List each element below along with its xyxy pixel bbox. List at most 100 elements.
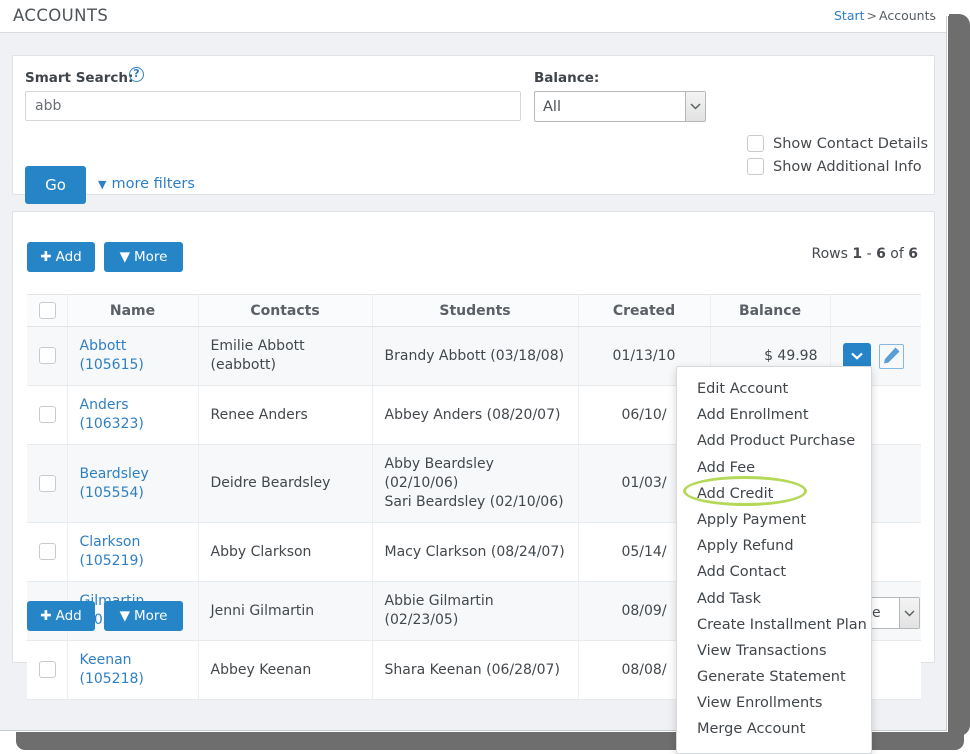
row-students-cell: Abbey Anders (08/20/07) (372, 385, 579, 445)
page-body: Smart Search: ? Balance: All Show Contac… (0, 33, 946, 754)
add-button-label: Add (55, 608, 82, 624)
question-mark-circle-icon[interactable]: ? (129, 67, 144, 82)
go-button[interactable]: Go (25, 166, 86, 204)
more-button-bottom[interactable]: ▼ More (104, 601, 183, 631)
menu-item-create-installment-plan[interactable]: Create Installment Plan (677, 612, 871, 638)
row-actions-context-menu: Edit Account Add Enrollment Add Product … (676, 366, 872, 754)
table-toolbar-bottom: ✚ Add ▼ More (27, 601, 183, 631)
page-title: ACCOUNTS (13, 6, 109, 25)
row-edit-icon[interactable] (878, 343, 904, 369)
account-link[interactable]: Clarkson (105219) (80, 534, 144, 569)
table-toolbar-top: ✚ Add ▼ More (27, 242, 183, 272)
menu-item-edit-account[interactable]: Edit Account (677, 376, 871, 402)
plus-icon: ✚ (40, 249, 52, 265)
row-name-cell: Keenan (105218) (67, 640, 199, 700)
smart-search-input[interactable] (25, 91, 521, 121)
column-header-contacts[interactable]: Contacts (198, 294, 373, 327)
table-header-row: Name Contacts Students Created Balance (27, 294, 921, 327)
show-contact-details-checkbox[interactable] (747, 135, 764, 152)
column-header-balance[interactable]: Balance (710, 294, 831, 327)
smart-search-label: Smart Search: (25, 70, 134, 86)
rows-dash: - (866, 246, 872, 262)
menu-item-add-task[interactable]: Add Task (677, 586, 871, 612)
menu-item-add-product-purchase[interactable]: Add Product Purchase (677, 428, 871, 454)
breadcrumb-current: Accounts (879, 8, 936, 23)
select-all-checkbox[interactable] (39, 302, 56, 319)
menu-item-add-credit[interactable]: Add Credit (677, 481, 871, 507)
row-name-cell: Anders (106323) (67, 385, 199, 445)
plus-icon: ✚ (40, 608, 52, 624)
column-header-created[interactable]: Created (578, 294, 711, 327)
rows-from: 1 (852, 246, 863, 262)
breadcrumb-separator: > (866, 8, 878, 23)
chevron-down-icon: ▼ (119, 249, 130, 265)
row-name-cell: Beardsley (105554) (67, 444, 199, 523)
add-button-top[interactable]: ✚ Add (27, 242, 95, 272)
page-size-wrapper: e (865, 597, 920, 629)
balance-select[interactable]: All (534, 91, 706, 122)
more-button-top[interactable]: ▼ More (104, 242, 183, 272)
app-window: ACCOUNTS Start > Accounts Smart Search: ? … (0, 0, 949, 754)
account-link[interactable]: Beardsley (105554) (80, 466, 149, 501)
account-link[interactable]: Abbott (105615) (80, 338, 144, 373)
row-checkbox[interactable] (39, 406, 56, 423)
more-filters-label: more filters (111, 176, 195, 192)
menu-item-merge-account[interactable]: Merge Account (677, 716, 871, 742)
rows-count-info: Rows 1 - 6 of 6 (812, 246, 919, 262)
more-button-label: More (133, 249, 168, 265)
row-students-cell: Abbie Gilmartin (02/23/05) (372, 581, 579, 641)
menu-item-view-transactions[interactable]: View Transactions (677, 638, 871, 664)
show-additional-info-row[interactable]: Show Additional Info (747, 158, 922, 175)
row-select-cell (27, 385, 68, 445)
row-students-cell: Macy Clarkson (08/24/07) (372, 522, 579, 582)
column-header-students[interactable]: Students (372, 294, 579, 327)
row-select-cell (27, 444, 68, 523)
row-contacts-cell: Abbey Keenan (198, 640, 373, 700)
show-contact-details-row[interactable]: Show Contact Details (747, 135, 928, 152)
row-name-cell: Clarkson (105219) (67, 522, 199, 582)
rows-of: of (890, 246, 904, 262)
window-shadow-right (948, 14, 970, 736)
row-contacts-cell: Jenni Gilmartin (198, 581, 373, 641)
chevron-down-icon: ▼ (98, 177, 107, 191)
menu-item-add-fee[interactable]: Add Fee (677, 455, 871, 481)
rows-prefix: Rows (811, 246, 848, 262)
row-select-cell (27, 326, 68, 386)
row-select-cell (27, 640, 68, 700)
row-select-cell (27, 522, 68, 582)
row-checkbox[interactable] (39, 474, 56, 492)
page-header-bar: ACCOUNTS Start > Accounts (0, 0, 946, 33)
balance-label: Balance: (534, 70, 600, 86)
row-contacts-cell: Abby Clarkson (198, 522, 373, 582)
row-contacts-cell: Emilie Abbott (eabbott) (198, 326, 373, 386)
page-size-select[interactable]: e (865, 597, 920, 629)
more-filters-link[interactable]: ▼ more filters (98, 176, 195, 192)
show-additional-info-label: Show Additional Info (773, 158, 922, 175)
window-corner-mask (933, 0, 949, 16)
account-link[interactable]: Anders (106323) (80, 397, 144, 432)
menu-item-view-enrollments[interactable]: View Enrollments (677, 690, 871, 716)
row-checkbox[interactable] (39, 543, 56, 560)
row-students-cell: Abby Beardsley (02/10/06) Sari Beardsley… (372, 444, 579, 523)
breadcrumb-link-start[interactable]: Start (834, 8, 865, 23)
breadcrumb: Start > Accounts (834, 8, 936, 23)
row-name-cell: Abbott (105615) (67, 326, 199, 386)
column-header-name[interactable]: Name (67, 294, 199, 327)
menu-item-generate-statement[interactable]: Generate Statement (677, 664, 871, 690)
show-additional-info-checkbox[interactable] (747, 158, 764, 175)
add-button-bottom[interactable]: ✚ Add (27, 601, 95, 631)
row-students-cell: Shara Keenan (06/28/07) (372, 640, 579, 700)
menu-item-add-enrollment[interactable]: Add Enrollment (677, 402, 871, 428)
row-checkbox[interactable] (39, 661, 56, 678)
menu-item-add-contact[interactable]: Add Contact (677, 559, 871, 585)
column-header-actions (830, 294, 921, 327)
row-checkbox[interactable] (39, 347, 56, 364)
chevron-down-icon: ▼ (119, 608, 130, 624)
menu-item-apply-refund[interactable]: Apply Refund (677, 533, 871, 559)
more-button-label: More (133, 608, 168, 624)
menu-item-apply-payment[interactable]: Apply Payment (677, 507, 871, 533)
row-contacts-cell: Deidre Beardsley (198, 444, 373, 523)
account-link[interactable]: Keenan (105218) (80, 652, 144, 687)
rows-to: 6 (876, 246, 886, 262)
search-filter-panel: Smart Search: ? Balance: All Show Contac… (12, 55, 935, 204)
